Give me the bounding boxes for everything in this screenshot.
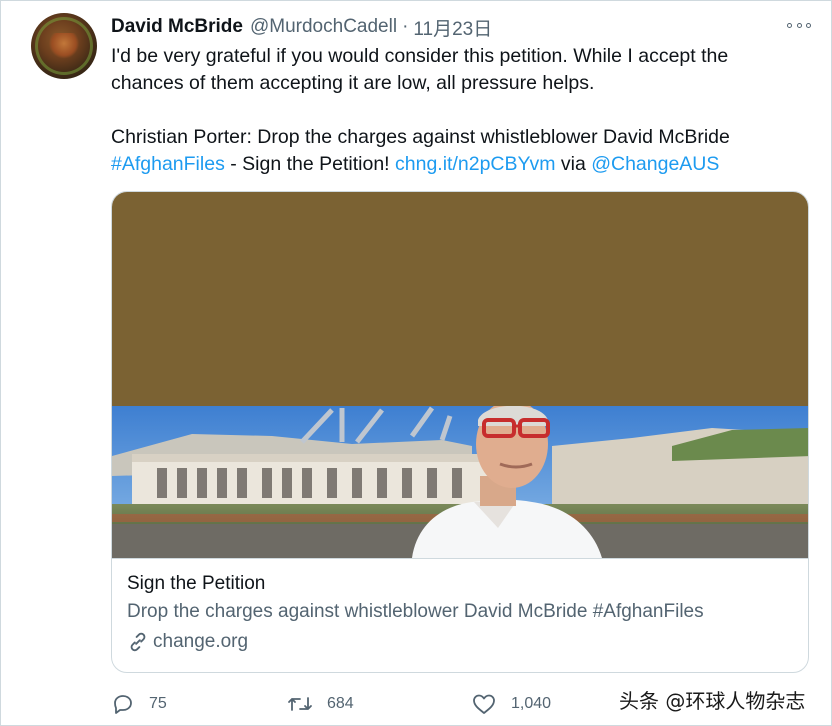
retweet-icon [288, 697, 312, 711]
more-dot [787, 22, 792, 28]
retweet-button[interactable]: 684 [287, 691, 354, 717]
card-photo [112, 406, 808, 558]
short-link[interactable]: chng.it/n2pCBYvm [395, 153, 555, 175]
hashtag-link[interactable]: #AfghanFiles [111, 153, 225, 175]
tweet-header: David McBride @MurdochCadell · 11月23日 [111, 14, 492, 41]
tweet-text-line: I'd be very grateful if you would consid… [111, 45, 729, 67]
avatar[interactable] [31, 13, 97, 79]
header-separator: · [402, 16, 409, 37]
card-description: Drop the charges against whistleblower D… [127, 601, 704, 622]
more-icon[interactable] [787, 19, 811, 31]
like-count: 1,040 [511, 695, 552, 712]
avatar-figure [49, 33, 79, 59]
card-banner [112, 192, 808, 406]
link-icon [130, 632, 146, 652]
like-button[interactable]: 1,040 [471, 691, 551, 717]
card-domain: change.org [127, 631, 248, 653]
mention-link[interactable]: @ChangeAUS [591, 153, 719, 175]
tweet-container: David McBride @MurdochCadell · 11月23日 I'… [0, 0, 832, 726]
more-dot [806, 22, 811, 28]
tweet-text-line: Christian Porter: Drop the charges again… [111, 126, 730, 148]
tweet-text-fragment: via [555, 153, 592, 175]
watermark: 头条 @环球人物杂志 [619, 689, 806, 713]
reply-count: 75 [149, 695, 167, 712]
author-name[interactable]: David McBride [111, 16, 243, 38]
parliament-photo [112, 406, 808, 558]
more-dot [796, 22, 802, 28]
tweet-text-line: #AfghanFiles - Sign the Petition! chng.i… [111, 151, 791, 178]
card-meta[interactable]: Sign the Petition Drop the charges again… [112, 558, 808, 672]
card-title: Sign the Petition [127, 573, 266, 594]
tweet-text: I'd be very grateful if you would consid… [111, 43, 791, 178]
retweet-count: 684 [327, 695, 354, 712]
tweet-text-fragment: - Sign the Petition! [224, 153, 396, 175]
link-card[interactable]: Sign the Petition Drop the charges again… [111, 191, 809, 673]
reply-button[interactable]: 75 [111, 691, 167, 717]
tweet-date[interactable]: 11月23日 [413, 14, 492, 41]
like-icon [473, 694, 495, 714]
author-handle[interactable]: @MurdochCadell [250, 16, 397, 38]
tweet-text-line: chances of them accepting it are low, al… [111, 72, 595, 94]
card-domain-text: change.org [153, 631, 249, 652]
card-image[interactable] [112, 192, 808, 558]
reply-icon [114, 695, 132, 714]
